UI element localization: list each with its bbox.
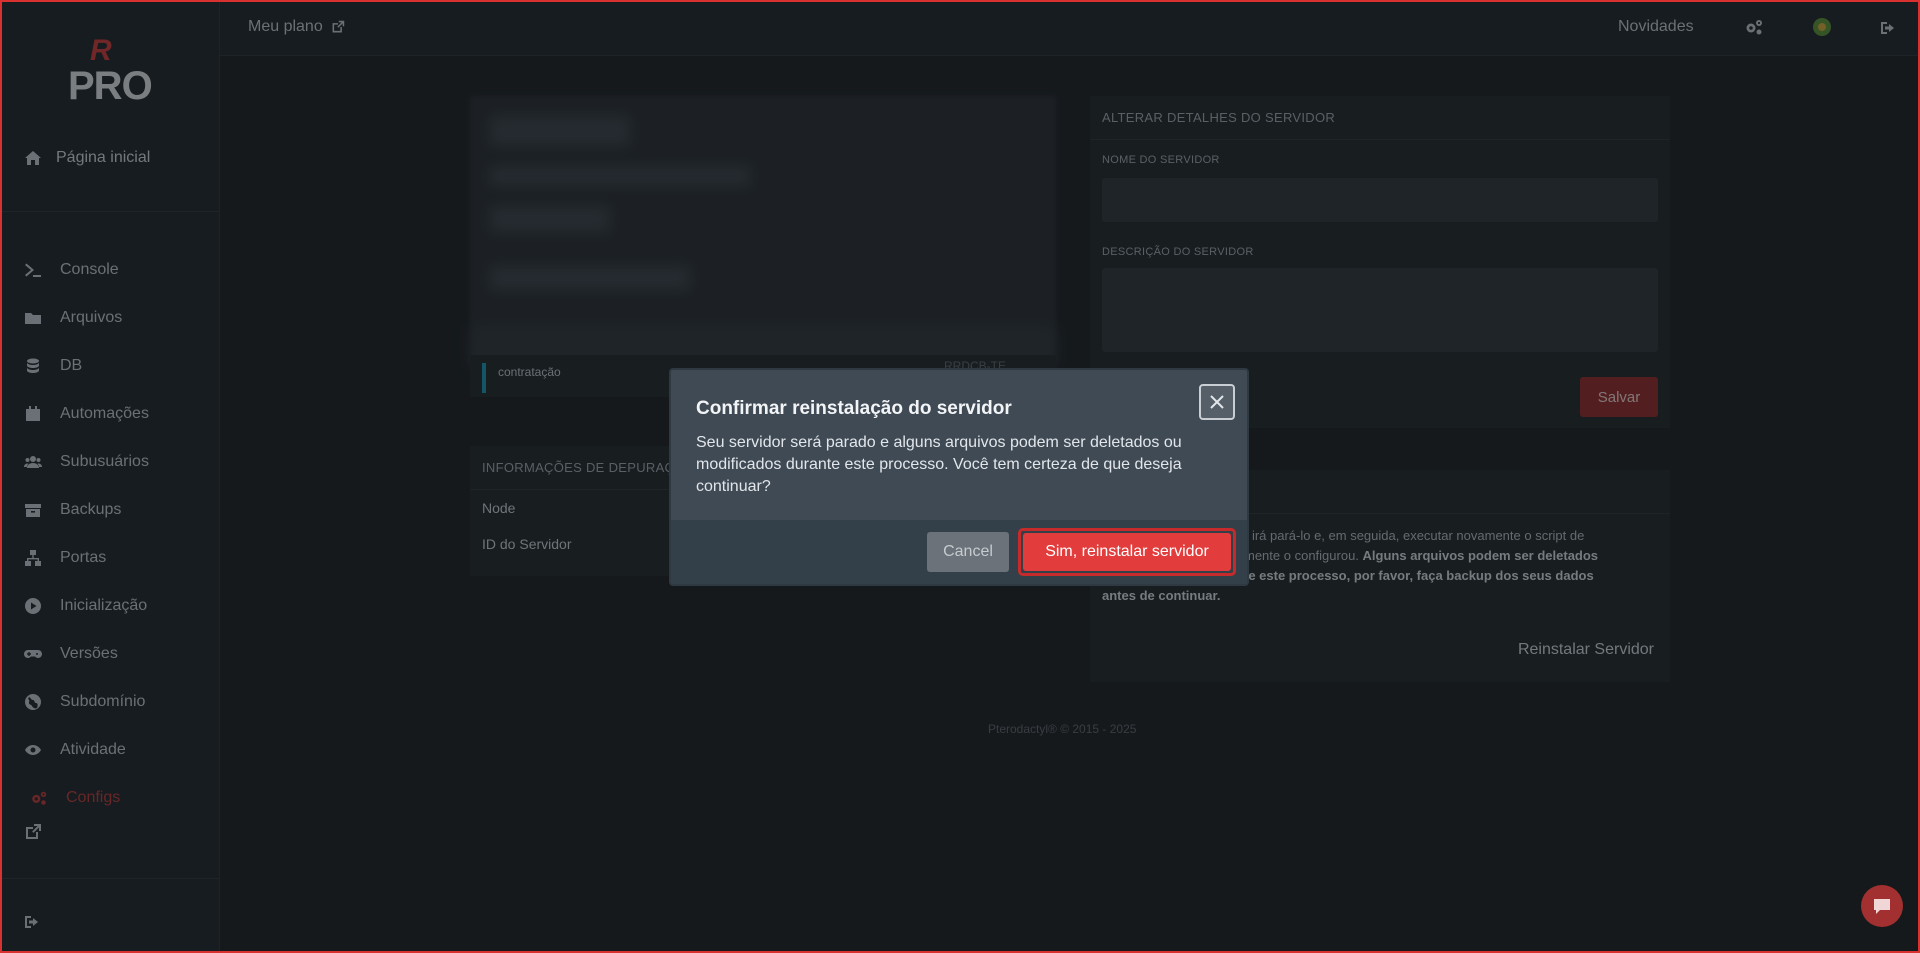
chat-icon[interactable] bbox=[1861, 885, 1903, 927]
dialog-message: Seu servidor será parado e alguns arquiv… bbox=[696, 434, 1182, 495]
confirm-reinstall-button[interactable]: Sim, reinstalar servidor bbox=[1018, 528, 1236, 576]
dialog-title: Confirmar reinstalação do servidor bbox=[696, 398, 1012, 419]
close-icon[interactable] bbox=[1199, 384, 1235, 420]
dialog-footer: Cancel Sim, reinstalar servidor bbox=[671, 520, 1247, 584]
cancel-button[interactable]: Cancel bbox=[927, 532, 1009, 572]
confirm-reinstall-label: Sim, reinstalar servidor bbox=[1023, 533, 1231, 571]
confirm-reinstall-dialog: Confirmar reinstalação do servidor Seu s… bbox=[669, 368, 1249, 586]
